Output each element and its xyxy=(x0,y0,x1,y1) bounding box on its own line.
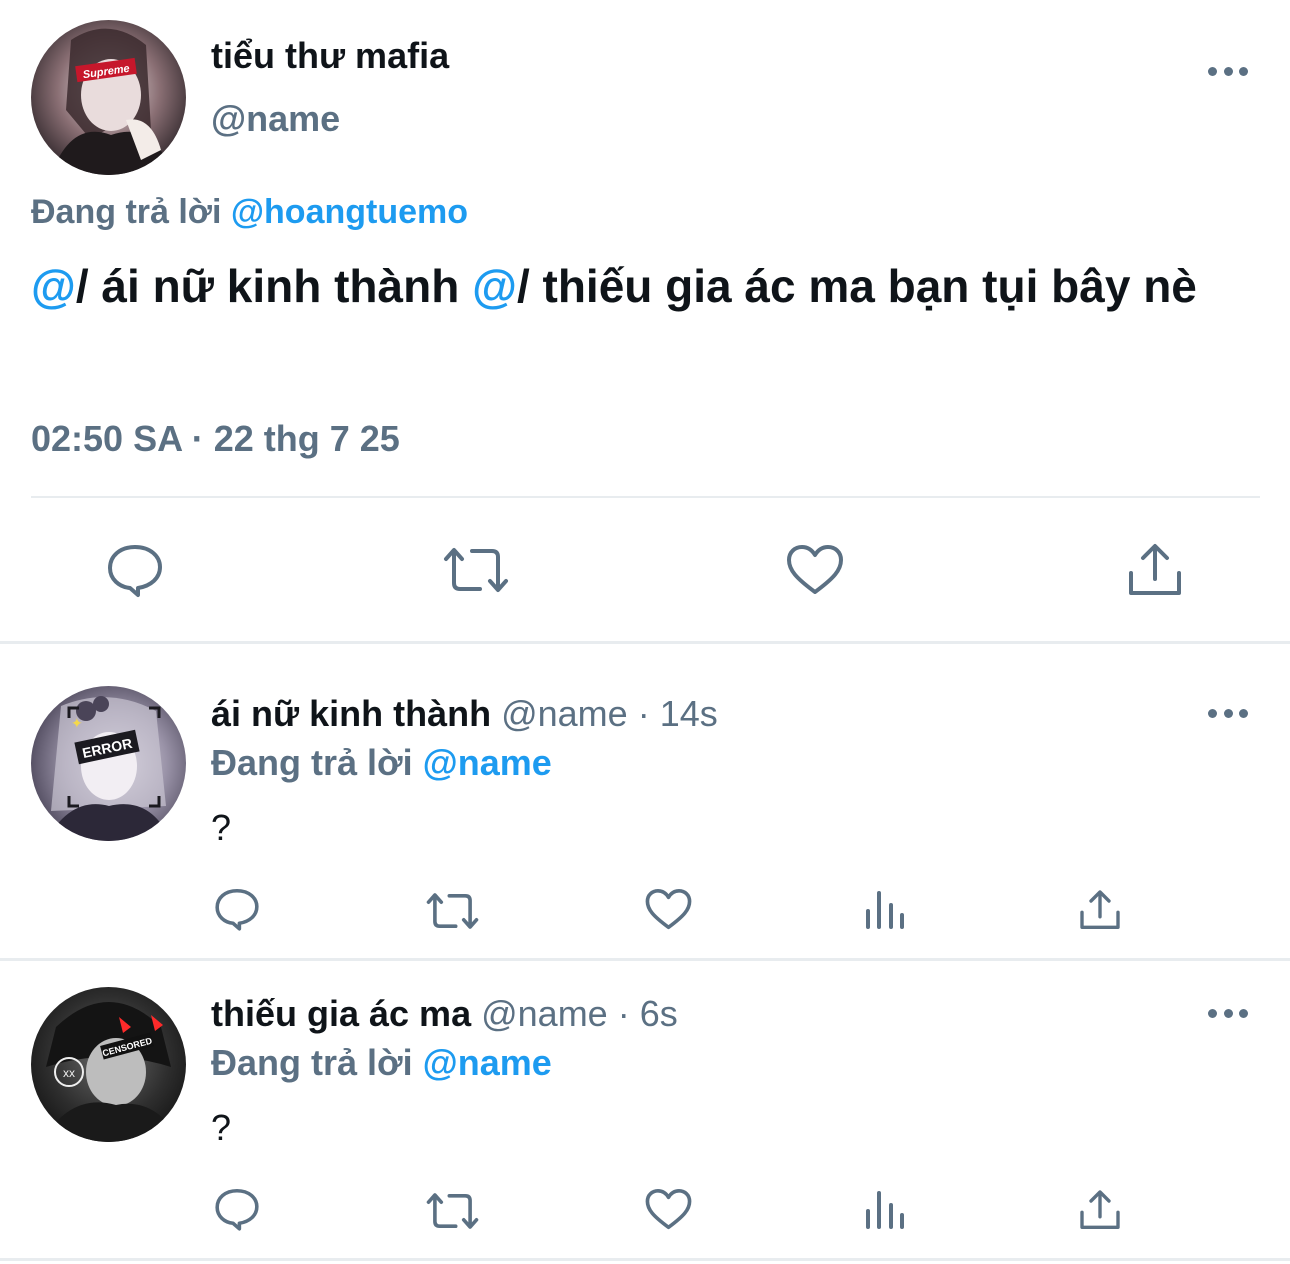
replying-mention[interactable]: @name xyxy=(423,1042,552,1083)
analytics-icon[interactable] xyxy=(864,889,906,931)
divider xyxy=(0,1258,1290,1261)
display-name[interactable]: ái nữ kinh thành xyxy=(211,693,491,734)
time[interactable]: · 6s xyxy=(618,993,678,1034)
timestamp[interactable]: 02:50 SA · 22 thg 7 25 xyxy=(31,418,400,460)
tweet-text: ? xyxy=(211,807,232,848)
more-icon[interactable] xyxy=(1208,706,1248,720)
replying-mention[interactable]: @hoangtuemo xyxy=(231,193,468,231)
tweet-text: @/ ái nữ kinh thành @/ thiếu gia ác ma b… xyxy=(31,258,1281,315)
avatar[interactable]: Supreme xyxy=(31,20,186,175)
time[interactable]: · 14s xyxy=(638,693,718,734)
reply-header: ái nữ kinh thành @name · 14s xyxy=(211,694,718,734)
display-name[interactable]: thiếu gia ác ma xyxy=(211,993,471,1034)
handle[interactable]: @name xyxy=(481,993,608,1034)
replying-to: Đang trả lời @name xyxy=(211,743,552,783)
replying-to: Đang trả lời @hoangtuemo xyxy=(31,192,468,232)
share-icon[interactable] xyxy=(1079,889,1121,931)
tweet-text: ? xyxy=(211,1107,232,1148)
more-icon[interactable] xyxy=(1208,1006,1248,1020)
replying-mention[interactable]: @name xyxy=(423,742,552,783)
retweet-icon[interactable] xyxy=(425,891,480,931)
retweet-icon[interactable] xyxy=(442,545,510,595)
reply-icon[interactable] xyxy=(214,886,260,932)
divider xyxy=(0,641,1290,644)
handle[interactable]: @name xyxy=(211,99,340,139)
svg-text:xx: xx xyxy=(63,1066,75,1080)
like-icon[interactable] xyxy=(645,888,692,931)
retweet-icon[interactable] xyxy=(425,1191,480,1231)
avatar[interactable]: ERROR ✦ xyxy=(31,686,186,841)
mention[interactable]: @ xyxy=(31,260,76,312)
analytics-icon[interactable] xyxy=(864,1189,906,1231)
inner-divider xyxy=(31,496,1260,498)
display-name[interactable]: tiểu thư mafia xyxy=(211,36,449,76)
reply-header: thiếu gia ác ma @name · 6s xyxy=(211,994,678,1034)
handle[interactable]: @name xyxy=(501,693,628,734)
like-icon[interactable] xyxy=(786,544,844,596)
replying-prefix: Đang trả lời xyxy=(211,742,413,783)
divider xyxy=(0,958,1290,961)
replying-prefix: Đang trả lời xyxy=(211,1042,413,1083)
reply-icon[interactable] xyxy=(214,1186,260,1232)
mention[interactable]: @ xyxy=(472,260,517,312)
tweet-text-part: / thiếu gia ác ma bạn tụi bây nè xyxy=(516,260,1197,312)
replying-prefix: Đang trả lời xyxy=(31,193,222,231)
more-icon[interactable] xyxy=(1208,64,1248,78)
reply-icon[interactable] xyxy=(106,542,164,598)
like-icon[interactable] xyxy=(645,1188,692,1231)
avatar[interactable]: CENSORED xx xyxy=(31,987,186,1142)
share-icon[interactable] xyxy=(1127,543,1183,597)
tweet-text-part: / ái nữ kinh thành xyxy=(75,260,473,312)
share-icon[interactable] xyxy=(1079,1189,1121,1231)
replying-to: Đang trả lời @name xyxy=(211,1043,552,1083)
svg-text:✦: ✦ xyxy=(71,715,83,731)
